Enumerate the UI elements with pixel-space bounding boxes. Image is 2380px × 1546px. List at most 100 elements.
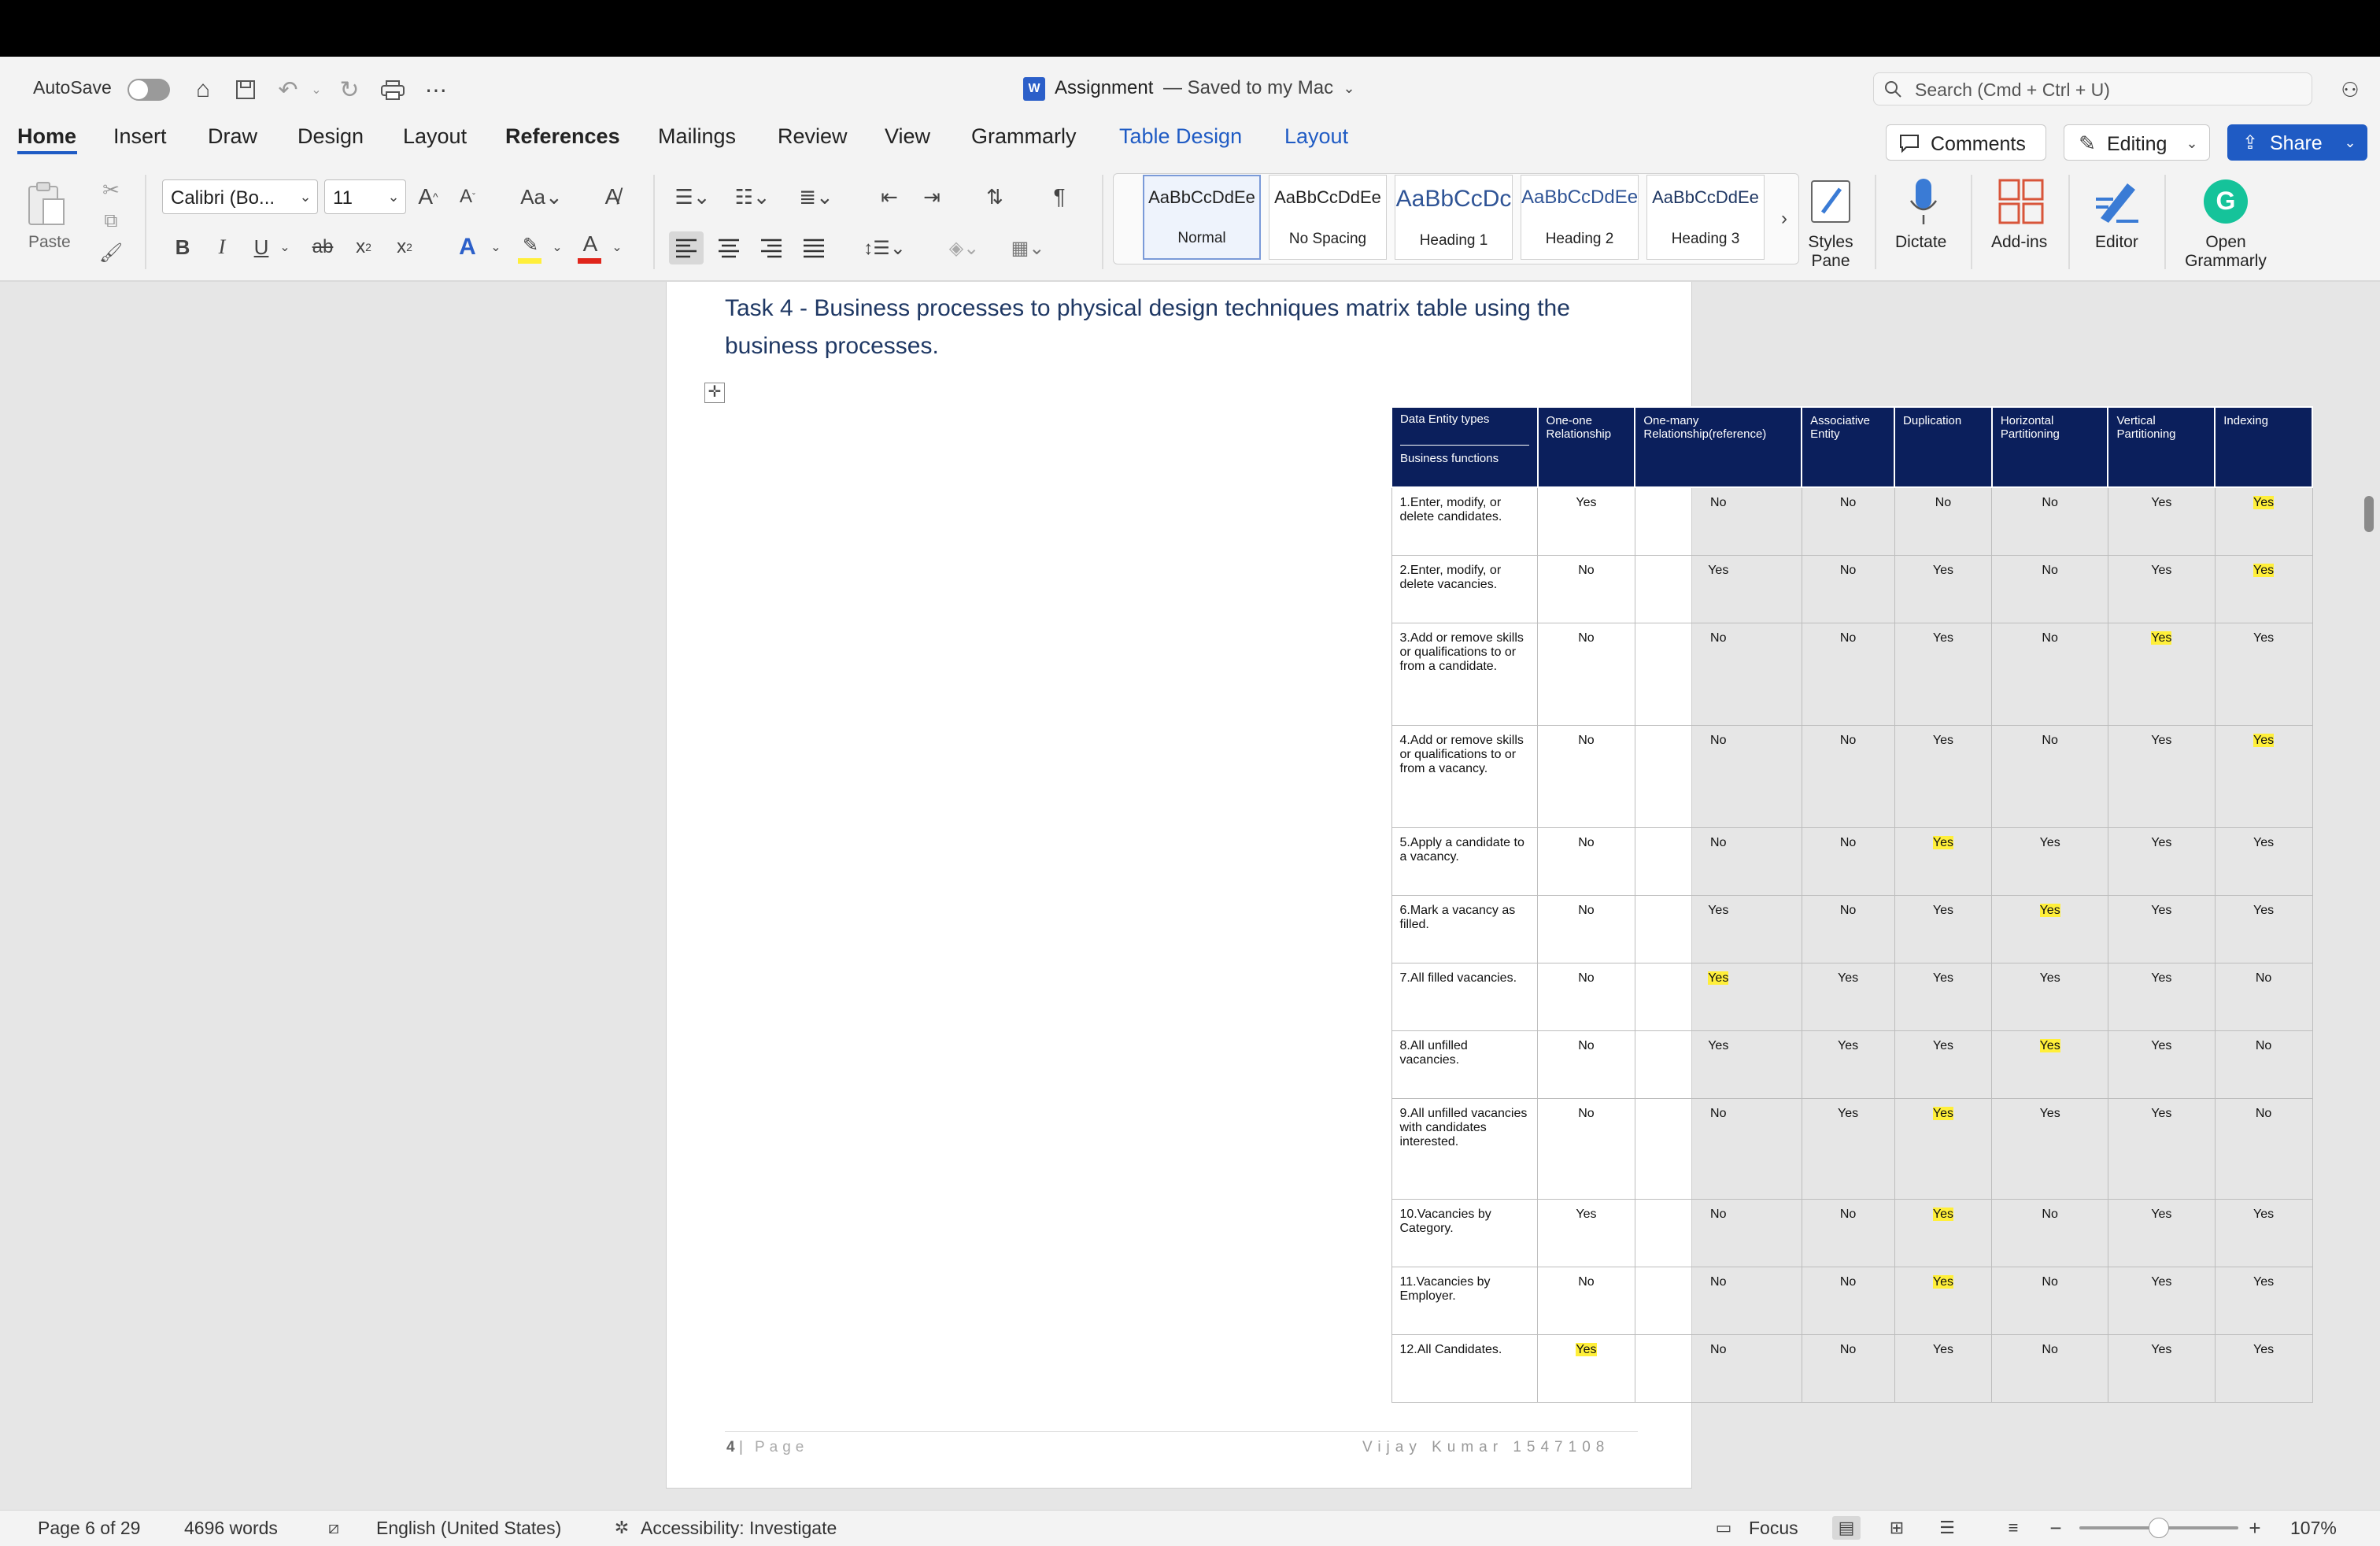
matrix-cell[interactable]: Yes [1537, 1333, 1635, 1403]
highlight-color-icon[interactable]: ✎ [513, 233, 548, 266]
clear-formatting-icon[interactable]: A̸ [597, 181, 628, 213]
comments-button[interactable]: Comments [1886, 124, 2046, 161]
matrix-cell[interactable]: No [1894, 486, 1993, 556]
matrix-cell[interactable]: Yes [1894, 622, 1993, 726]
tab-mailings[interactable]: Mailings [658, 124, 736, 149]
tab-view[interactable]: View [885, 124, 930, 149]
tab-review[interactable]: Review [778, 124, 848, 149]
text-effects-icon[interactable]: A [452, 231, 483, 263]
matrix-cell[interactable]: No [1801, 486, 1895, 556]
outline-view-icon[interactable]: ☰ [1933, 1516, 1961, 1540]
style-heading-1[interactable]: AaBbCcDc Heading 1 [1395, 175, 1513, 260]
superscript-icon[interactable]: x2 [390, 231, 419, 263]
matrix-cell[interactable]: No [1991, 1198, 2108, 1267]
subscript-icon[interactable]: x2 [349, 231, 378, 263]
matrix-cell[interactable]: Yes [1801, 962, 1895, 1031]
format-painter-icon[interactable]: 🖌 [98, 239, 124, 266]
text-effects-chevron-icon[interactable]: ⌄ [488, 231, 504, 263]
matrix-cell[interactable]: No [1537, 622, 1635, 726]
matrix-cell[interactable]: No [1634, 1333, 1802, 1403]
web-layout-icon[interactable]: ⊞ [1883, 1516, 1911, 1540]
matrix-cell[interactable]: Yes [2107, 1198, 2216, 1267]
zoom-level[interactable]: 107% [2290, 1518, 2337, 1539]
matrix-cell[interactable]: No [1537, 894, 1635, 963]
shading-icon[interactable]: ◈⌄ [941, 231, 987, 264]
business-function-cell[interactable]: 1.Enter, modify, or delete candidates. [1391, 486, 1539, 556]
tab-references[interactable]: References [505, 124, 620, 149]
matrix-cell[interactable]: No [2214, 1030, 2313, 1099]
redo-icon[interactable]: ↻ [334, 74, 365, 105]
matrix-cell[interactable]: No [1801, 554, 1895, 623]
matrix-cell[interactable]: Yes [1991, 1030, 2108, 1099]
zoom-out-icon[interactable]: − [2046, 1516, 2065, 1540]
proofing-icon[interactable]: ⧄ [321, 1516, 346, 1540]
matrix-cell[interactable]: Yes [2107, 1097, 2216, 1200]
business-function-cell[interactable]: 4.Add or remove skills or qualifications… [1391, 724, 1539, 828]
font-name-select[interactable]: Calibri (Bo... ⌄ [162, 179, 318, 214]
matrix-cell[interactable]: Yes [1991, 827, 2108, 896]
matrix-cell[interactable]: Yes [2107, 1030, 2216, 1099]
multilevel-list-icon[interactable]: ≣⌄ [790, 181, 842, 213]
matrix-cell[interactable]: No [1991, 724, 2108, 828]
matrix-cell[interactable]: Yes [2107, 486, 2216, 556]
align-right-icon[interactable] [754, 231, 789, 264]
matrix-cell[interactable]: Yes [1894, 962, 1993, 1031]
matrix-cell[interactable]: No [1634, 1097, 1802, 1200]
matrix-cell[interactable]: No [1991, 486, 2108, 556]
line-spacing-icon[interactable]: ↕☰⌄ [859, 231, 910, 264]
matrix-cell[interactable]: Yes [2214, 622, 2313, 726]
save-icon[interactable] [230, 74, 261, 105]
matrix-cell[interactable]: No [1634, 1198, 1802, 1267]
matrix-cell[interactable]: No [1537, 724, 1635, 828]
matrix-cell[interactable]: Yes [2107, 622, 2216, 726]
matrix-cell[interactable]: No [1801, 894, 1895, 963]
matrix-cell[interactable]: Yes [2214, 486, 2313, 556]
font-color-chevron-icon[interactable]: ⌄ [609, 231, 625, 263]
matrix-cell[interactable]: Yes [1894, 1097, 1993, 1200]
undo-icon[interactable]: ↶ [272, 74, 304, 105]
align-center-icon[interactable] [711, 231, 746, 264]
draft-view-icon[interactable]: ≡ [1999, 1516, 2027, 1540]
matrix-cell[interactable]: Yes [2214, 1333, 2313, 1403]
share-button[interactable]: ⇪ Share ⌄ [2227, 124, 2367, 161]
highlight-chevron-icon[interactable]: ⌄ [549, 231, 565, 263]
matrix-cell[interactable]: Yes [2107, 724, 2216, 828]
matrix-cell[interactable]: No [1537, 554, 1635, 623]
tab-table-layout[interactable]: Layout [1284, 124, 1348, 149]
justify-icon[interactable] [796, 231, 831, 264]
cut-icon[interactable]: ✂ [98, 176, 124, 203]
matrix-cell[interactable]: No [2214, 1097, 2313, 1200]
status-page-count[interactable]: Page 6 of 29 [38, 1518, 140, 1539]
matrix-cell[interactable]: Yes [1991, 1097, 2108, 1200]
matrix-cell[interactable]: Yes [1801, 1030, 1895, 1099]
style-normal[interactable]: AaBbCcDdEe Normal [1143, 175, 1261, 260]
focus-button[interactable]: Focus [1749, 1518, 1798, 1539]
matrix-cell[interactable]: No [1991, 1333, 2108, 1403]
tab-grammarly[interactable]: Grammarly [971, 124, 1077, 149]
zoom-in-icon[interactable]: + [2245, 1516, 2265, 1540]
matrix-cell[interactable]: No [1537, 1030, 1635, 1099]
more-icon[interactable]: ⋯ [420, 74, 452, 105]
vertical-scrollbar-thumb[interactable] [2364, 496, 2374, 532]
matrix-cell[interactable]: Yes [1537, 486, 1635, 556]
matrix-cell[interactable]: No [1801, 1266, 1895, 1335]
matrix-cell[interactable]: Yes [1894, 894, 1993, 963]
font-size-select[interactable]: 11 ⌄ [324, 179, 406, 214]
doc-title[interactable]: Assignment [1055, 77, 1153, 99]
shrink-font-icon[interactable]: Aˇ [452, 181, 483, 213]
matrix-cell[interactable]: Yes [2107, 1266, 2216, 1335]
zoom-slider-handle[interactable] [2149, 1518, 2169, 1538]
numbering-icon[interactable]: ☷⌄ [730, 181, 774, 213]
change-case-icon[interactable]: Aa⌄ [516, 181, 567, 213]
align-left-icon[interactable] [669, 231, 704, 264]
style-no-spacing[interactable]: AaBbCcDdEe No Spacing [1269, 175, 1387, 260]
matrix-cell[interactable]: No [1537, 1266, 1635, 1335]
add-ins-icon[interactable] [1996, 176, 2046, 227]
business-function-cell[interactable]: 11.Vacancies by Employer. [1391, 1266, 1539, 1335]
matrix-cell[interactable]: Yes [2214, 554, 2313, 623]
matrix-cell[interactable]: Yes [1894, 1333, 1993, 1403]
matrix-cell[interactable]: Yes [1634, 894, 1802, 963]
table-move-handle[interactable]: ✛ [704, 383, 725, 403]
matrix-cell[interactable]: Yes [2214, 724, 2313, 828]
matrix-cell[interactable]: No [1991, 622, 2108, 726]
